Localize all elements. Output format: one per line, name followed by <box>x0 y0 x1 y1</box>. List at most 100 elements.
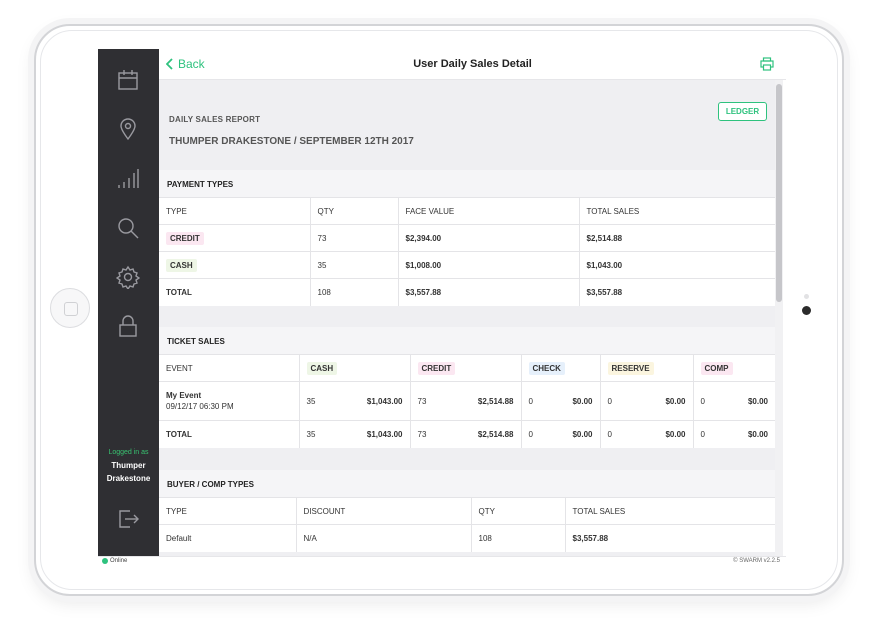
app-screen: Logged in as Thumper Drakestone Back Use… <box>98 49 786 565</box>
event-name: My Event <box>166 391 202 400</box>
table-header-row: TYPE QTY FACE VALUE TOTAL SALES <box>159 197 775 225</box>
cash-tag: CASH <box>306 361 338 375</box>
report-subtitle: THUMPER DRAKESTONE / SEPTEMBER 12TH 2017 <box>169 136 414 147</box>
credit-tag: CREDIT <box>166 231 204 245</box>
table-cell: Default <box>159 524 297 552</box>
table-cell: N/A <box>296 524 472 552</box>
calendar-icon[interactable] <box>115 67 141 93</box>
table-cell: $3,557.88 <box>579 278 775 306</box>
header-cell: TOTAL SALES <box>565 497 775 525</box>
table-cell: 0 <box>600 381 630 421</box>
user-last-name: Drakestone <box>106 474 151 483</box>
table-cell: 0 <box>521 420 549 448</box>
online-status: Online <box>110 558 128 564</box>
home-button[interactable] <box>50 288 90 328</box>
signal-bars-icon[interactable] <box>115 166 141 192</box>
section-title: TICKET SALES <box>159 327 775 354</box>
print-icon[interactable] <box>760 57 774 71</box>
table-cell: 0 <box>521 381 549 421</box>
header-cell: TYPE <box>159 497 297 525</box>
camera-icon <box>802 306 811 315</box>
report-header: DAILY SALES REPORT THUMPER DRAKESTONE / … <box>159 80 775 170</box>
table-cell: $3,557.88 <box>398 278 580 306</box>
table-cell: 108 <box>310 278 399 306</box>
header-cell: DISCOUNT <box>296 497 472 525</box>
scrollbar-thumb[interactable] <box>776 84 782 302</box>
table-cell: $2,514.88 <box>445 381 522 421</box>
ticket-sales-section: TICKET SALES EVENT CASH CREDIT CHECK RES… <box>159 327 775 448</box>
status-bar: Online © SWARM v2.2.5 <box>98 556 786 565</box>
table-row: CASH 35 $1,008.00 $1,043.00 <box>159 251 775 279</box>
header-cell: QTY <box>310 197 399 225</box>
lock-icon[interactable] <box>115 313 141 339</box>
header-cell: QTY <box>471 497 566 525</box>
ticket-sales-table: EVENT CASH CREDIT CHECK RESERVE COMP My … <box>159 354 775 448</box>
event-date: 09/12/17 06:30 PM <box>166 402 234 411</box>
header-cell: TYPE <box>159 197 311 225</box>
table-total-row: TOTAL 35 $1,043.00 73 $2,514.88 0 $0.00 … <box>159 420 775 448</box>
table-cell: TOTAL <box>159 278 311 306</box>
version-label: © SWARM v2.2.5 <box>733 558 780 564</box>
sidebar: Logged in as Thumper Drakestone <box>98 49 159 556</box>
table-cell: $1,043.00 <box>579 251 775 279</box>
scrollbar[interactable] <box>775 80 783 556</box>
light-sensor <box>804 294 809 299</box>
logged-in-block: Logged in as Thumper Drakestone <box>98 449 159 485</box>
payment-types-section: PAYMENT TYPES TYPE QTY FACE VALUE TOTAL … <box>159 170 775 306</box>
table-cell: $3,557.88 <box>565 524 775 552</box>
table-cell: 108 <box>471 524 566 552</box>
table-cell: $0.00 <box>723 420 775 448</box>
table-cell: 35 <box>299 420 334 448</box>
table-cell: 73 <box>310 224 399 252</box>
table-cell: $2,514.88 <box>445 420 522 448</box>
table-cell: $0.00 <box>549 420 601 448</box>
table-cell: $0.00 <box>549 381 601 421</box>
check-tag: CHECK <box>528 361 565 375</box>
header-cell: EVENT <box>159 354 300 382</box>
table-cell: $1,008.00 <box>398 251 580 279</box>
table-cell: $0.00 <box>630 420 694 448</box>
table-cell: 0 <box>600 420 630 448</box>
user-first-name: Thumper <box>111 461 146 470</box>
section-title: PAYMENT TYPES <box>159 170 775 197</box>
gear-icon[interactable] <box>115 264 141 290</box>
table-cell: 0 <box>693 381 723 421</box>
logout-icon[interactable] <box>115 506 141 532</box>
report-label: DAILY SALES REPORT <box>169 115 261 124</box>
buyer-comp-table: TYPE DISCOUNT QTY TOTAL SALES Default N/… <box>159 497 775 552</box>
top-bar: Back User Daily Sales Detail <box>159 49 786 80</box>
table-cell: $2,394.00 <box>398 224 580 252</box>
page-title: User Daily Sales Detail <box>413 58 532 70</box>
header-cell: FACE VALUE <box>398 197 580 225</box>
table-row: Default N/A 108 $3,557.88 <box>159 524 775 552</box>
table-row: My Event 09/12/17 06:30 PM 35 $1,043.00 … <box>159 381 775 421</box>
cash-tag: CASH <box>166 258 197 272</box>
comp-tag: COMP <box>700 361 733 375</box>
table-cell: 35 <box>299 381 334 421</box>
credit-tag: CREDIT <box>417 361 456 375</box>
table-cell: $0.00 <box>723 381 775 421</box>
ledger-button[interactable]: LEDGER <box>718 102 767 121</box>
table-header-row: TYPE DISCOUNT QTY TOTAL SALES <box>159 497 775 525</box>
location-pin-icon[interactable] <box>115 116 141 142</box>
search-icon[interactable] <box>115 215 141 241</box>
event-cell: My Event 09/12/17 06:30 PM <box>159 381 300 421</box>
table-header-row: EVENT CASH CREDIT CHECK RESERVE COMP <box>159 354 775 382</box>
table-cell: TOTAL <box>159 420 300 448</box>
buyer-comp-section: BUYER / COMP TYPES TYPE DISCOUNT QTY TOT… <box>159 470 775 552</box>
header-cell: TOTAL SALES <box>579 197 775 225</box>
payment-types-table: TYPE QTY FACE VALUE TOTAL SALES CREDIT 7… <box>159 197 775 306</box>
section-title: BUYER / COMP TYPES <box>159 470 775 497</box>
reserve-tag: RESERVE <box>607 361 654 375</box>
table-total-row: TOTAL 108 $3,557.88 $3,557.88 <box>159 278 775 306</box>
table-cell: 73 <box>410 381 445 421</box>
table-row: CREDIT 73 $2,394.00 $2,514.88 <box>159 224 775 252</box>
table-cell: $2,514.88 <box>579 224 775 252</box>
table-cell: $1,043.00 <box>334 381 411 421</box>
table-cell: 73 <box>410 420 445 448</box>
table-cell: 35 <box>310 251 399 279</box>
online-status-icon <box>102 558 108 564</box>
table-cell: 0 <box>693 420 723 448</box>
report-content: DAILY SALES REPORT THUMPER DRAKESTONE / … <box>159 80 775 556</box>
logged-in-label: Logged in as <box>108 449 149 456</box>
